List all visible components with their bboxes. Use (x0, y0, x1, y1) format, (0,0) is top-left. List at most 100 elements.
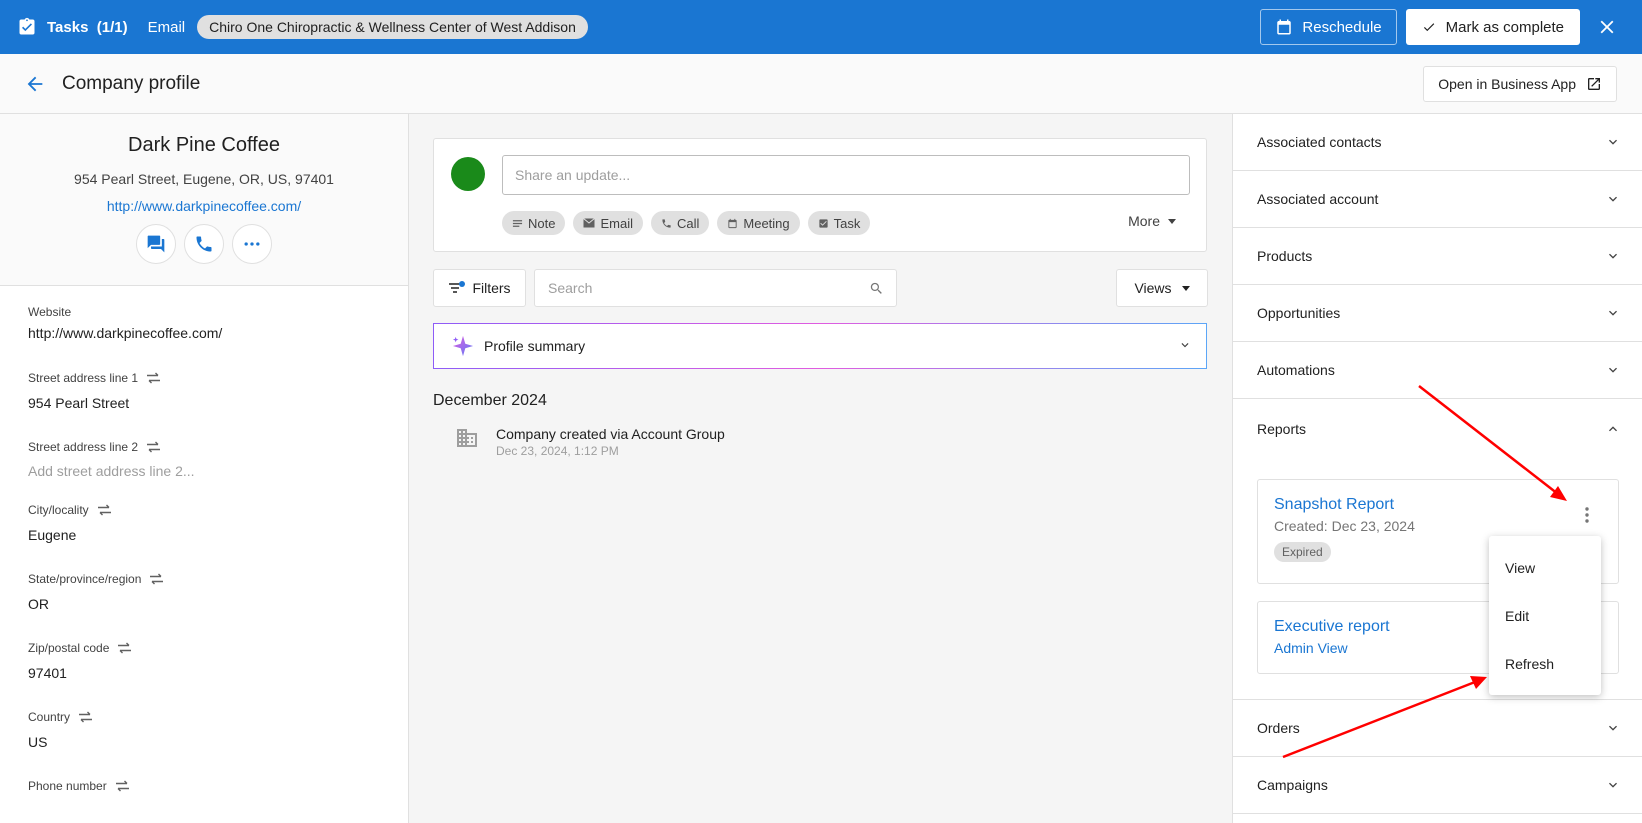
task-type-label: Email (147, 18, 186, 36)
sync-icon (147, 441, 161, 453)
section-products[interactable]: Products (1233, 228, 1642, 285)
back-arrow-icon[interactable] (24, 73, 46, 95)
note-chip-label: Note (528, 215, 556, 231)
field-value[interactable]: Eugene (28, 527, 112, 543)
email-chip-label: Email (600, 215, 633, 231)
open-business-app-button[interactable]: Open in Business App (1423, 66, 1617, 102)
report-created-date: Created: Dec 23, 2024 (1274, 518, 1415, 534)
phone-icon (196, 236, 212, 252)
section-label: Automations (1257, 362, 1335, 378)
section-label: Associated account (1257, 191, 1379, 207)
section-orders[interactable]: Orders (1233, 699, 1642, 757)
field-value[interactable]: US (28, 734, 93, 750)
chat-icon (147, 235, 165, 253)
email-icon (583, 218, 596, 228)
mark-complete-button[interactable]: Mark as complete (1405, 9, 1580, 45)
close-button[interactable] (1596, 16, 1618, 38)
page-title: Company profile (62, 72, 201, 94)
section-associated-account[interactable]: Associated account (1233, 171, 1642, 228)
field-label: Country (28, 710, 71, 724)
field-website: Website http://www.darkpinecoffee.com/ (28, 305, 222, 341)
report-menu-button[interactable] (1585, 507, 1589, 523)
filter-icon (449, 281, 466, 293)
share-update-input[interactable] (502, 155, 1190, 195)
profile-card: Dark Pine Coffee 954 Pearl Street, Eugen… (0, 114, 408, 286)
more-vertical-icon (1585, 507, 1589, 523)
views-dropdown[interactable]: Views (1116, 269, 1208, 307)
menu-item-edit[interactable]: Edit (1489, 601, 1601, 631)
menu-item-view[interactable]: View (1489, 553, 1601, 583)
phone-icon (662, 218, 671, 228)
section-associated-contacts[interactable]: Associated contacts (1233, 114, 1642, 171)
avatar (451, 157, 485, 191)
more-label: More (1128, 213, 1160, 229)
reschedule-button[interactable]: Reschedule (1260, 9, 1397, 45)
open-business-app-label: Open in Business App (1438, 76, 1576, 92)
task-chip-label: Task (833, 215, 861, 231)
activity-feed-panel: Note Email Call Meeting Task More (409, 114, 1232, 823)
field-country: Country US (28, 710, 93, 750)
calendar-icon (1277, 19, 1292, 35)
call-chip[interactable]: Call (650, 211, 710, 235)
chevron-down-icon (1609, 139, 1617, 145)
chevron-down-icon (1181, 343, 1189, 348)
field-city: City/locality Eugene (28, 503, 112, 543)
field-value[interactable]: OR (28, 596, 164, 612)
report-context-menu: View Edit Refresh (1489, 536, 1601, 695)
section-campaigns[interactable]: Campaigns (1233, 757, 1642, 814)
field-value[interactable]: Add street address line 2... (28, 463, 195, 479)
reschedule-label: Reschedule (1302, 18, 1382, 36)
section-label: Orders (1257, 720, 1300, 736)
filters-label: Filters (472, 280, 511, 296)
field-label: Phone number (28, 779, 107, 793)
filters-button[interactable]: Filters (433, 269, 526, 307)
field-zip: Zip/postal code 97401 (28, 641, 132, 681)
timeline-month-heading: December 2024 (433, 392, 547, 409)
menu-item-refresh[interactable]: Refresh (1489, 649, 1601, 679)
page-header: Company profile Open in Business App (0, 54, 1642, 114)
field-value[interactable]: http://www.darkpinecoffee.com/ (28, 325, 222, 341)
meeting-chip[interactable]: Meeting (717, 211, 800, 235)
message-button[interactable] (136, 224, 176, 264)
caret-down-icon (1181, 285, 1190, 291)
section-label: Products (1257, 248, 1313, 264)
task-company-chip[interactable]: Chiro One Chiropractic & Wellness Center… (197, 15, 588, 39)
clipboard-check-icon (19, 17, 35, 35)
field-label: Street address line 2 (28, 440, 139, 454)
task-bar: Tasks (1/1) Email Chiro One Chiropractic… (0, 0, 1642, 54)
search-input[interactable] (535, 280, 869, 296)
caret-down-icon (1168, 218, 1176, 224)
chevron-down-icon (1609, 310, 1617, 316)
section-automations[interactable]: Automations (1233, 342, 1642, 399)
field-street-2: Street address line 2 Add street address… (28, 440, 195, 479)
sync-icon (79, 711, 93, 723)
more-actions-button[interactable] (232, 224, 272, 264)
sync-icon (115, 780, 129, 792)
section-label: Campaigns (1257, 777, 1328, 793)
field-label: City/locality (28, 503, 89, 517)
company-address: 954 Pearl Street, Eugene, OR, US, 97401 (74, 171, 334, 187)
entry-title: Company created via Account Group (496, 426, 725, 442)
search-icon[interactable] (869, 281, 884, 296)
profile-summary-panel[interactable]: Profile summary (433, 323, 1207, 369)
company-website-link[interactable]: http://www.darkpinecoffee.com/ (0, 198, 408, 214)
chevron-down-icon (1609, 782, 1617, 788)
more-dropdown[interactable]: More (1128, 213, 1176, 229)
field-label: Website (28, 305, 72, 319)
field-state: State/province/region OR (28, 572, 164, 612)
field-value[interactable]: 954 Pearl Street (28, 395, 161, 411)
chevron-down-icon (1609, 196, 1617, 202)
task-chip[interactable]: Task (807, 211, 871, 235)
call-button[interactable] (184, 224, 224, 264)
section-opportunities[interactable]: Opportunities (1233, 285, 1642, 342)
status-badge: Expired (1274, 542, 1331, 562)
sync-icon (118, 642, 132, 654)
email-chip[interactable]: Email (573, 211, 643, 235)
field-value[interactable]: 97401 (28, 665, 132, 681)
report-title-link[interactable]: Snapshot Report (1274, 496, 1602, 514)
timeline-entry[interactable]: Company created via Account Group Dec 23… (433, 426, 725, 458)
check-icon (1423, 23, 1434, 32)
note-chip[interactable]: Note (502, 211, 566, 235)
section-reports[interactable]: Reports (1233, 399, 1642, 463)
section-label: Associated contacts (1257, 134, 1382, 150)
